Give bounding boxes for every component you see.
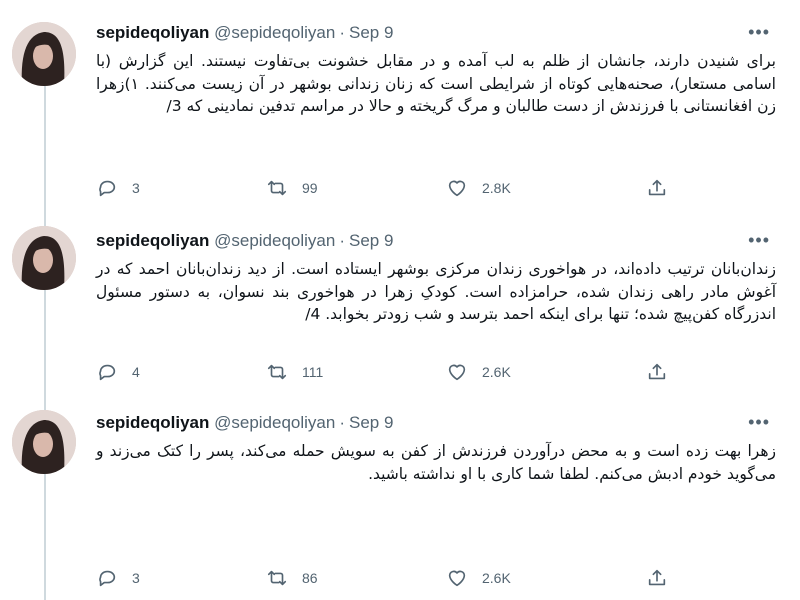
- separator: ·: [339, 231, 346, 250]
- more-dots-icon[interactable]: •••: [748, 412, 770, 432]
- user-handle[interactable]: @sepideqoliyan: [214, 413, 335, 432]
- share-button[interactable]: [646, 176, 668, 200]
- avatar[interactable]: [12, 410, 76, 474]
- share-button[interactable]: [646, 566, 668, 590]
- share-icon: [648, 363, 666, 380]
- tweet-text: برای شنیدن دارند، جانشان از ظلم به لب آم…: [96, 52, 776, 115]
- tweet-actions: 3 86 2.6K: [96, 566, 676, 590]
- avatar[interactable]: [12, 226, 76, 290]
- reply-button[interactable]: 3: [96, 566, 140, 590]
- retweet-button[interactable]: 111: [266, 360, 323, 384]
- retweet-icon: [267, 570, 287, 586]
- like-icon: [448, 364, 466, 381]
- reply-button[interactable]: 3: [96, 176, 140, 200]
- reply-icon: [99, 180, 116, 197]
- user-handle[interactable]: @sepideqoliyan: [214, 23, 335, 42]
- retweet-count: 86: [302, 570, 318, 586]
- retweet-icon: [267, 180, 287, 196]
- display-name[interactable]: sepideqoliyan: [96, 231, 209, 250]
- more-dots-icon[interactable]: •••: [748, 22, 770, 42]
- reply-icon: [99, 570, 116, 587]
- tweet-actions: 3 99 2.8K: [96, 176, 676, 200]
- like-icon: [448, 180, 466, 197]
- retweet-count: 111: [302, 364, 324, 380]
- reply-count: 4: [132, 364, 140, 380]
- display-name[interactable]: sepideqoliyan: [96, 413, 209, 432]
- tweet-date[interactable]: Sep 9: [349, 231, 393, 250]
- reply-icon: [99, 364, 116, 381]
- share-icon: [648, 569, 666, 586]
- tweet-header: sepideqoliyan @sepideqoliyan · Sep 9: [96, 22, 393, 44]
- share-icon: [648, 179, 666, 196]
- tweet-header: sepideqoliyan @sepideqoliyan · Sep 9: [96, 412, 393, 434]
- like-count: 2.8K: [482, 180, 511, 196]
- tweet-text: زهرا بهت زده است و به محض درآوردن فرزندش…: [96, 442, 776, 483]
- tweet-text: زندان‌بانان ترتیب داده‌اند، در هواخوری ز…: [96, 260, 776, 323]
- like-button[interactable]: 2.8K: [446, 176, 511, 200]
- retweet-button[interactable]: 86: [266, 566, 318, 590]
- tweet-actions: 4 111 2.6K: [96, 360, 676, 384]
- reply-count: 3: [132, 570, 140, 586]
- retweet-button[interactable]: 99: [266, 176, 318, 200]
- tweet-date[interactable]: Sep 9: [349, 413, 393, 432]
- like-count: 2.6K: [482, 570, 511, 586]
- tweet-date[interactable]: Sep 9: [349, 23, 393, 42]
- more-dots-icon[interactable]: •••: [748, 230, 770, 250]
- separator: ·: [339, 413, 346, 432]
- separator: ·: [339, 23, 346, 42]
- reply-count: 3: [132, 180, 140, 196]
- like-count: 2.6K: [482, 364, 511, 380]
- like-icon: [448, 570, 466, 587]
- like-button[interactable]: 2.6K: [446, 360, 511, 384]
- retweet-icon: [267, 364, 287, 380]
- thread-line: [44, 78, 46, 600]
- avatar[interactable]: [12, 22, 76, 86]
- user-handle[interactable]: @sepideqoliyan: [214, 231, 335, 250]
- like-button[interactable]: 2.6K: [446, 566, 511, 590]
- reply-button[interactable]: 4: [96, 360, 140, 384]
- tweet-header: sepideqoliyan @sepideqoliyan · Sep 9: [96, 230, 393, 252]
- display-name[interactable]: sepideqoliyan: [96, 23, 209, 42]
- share-button[interactable]: [646, 360, 668, 384]
- retweet-count: 99: [302, 180, 318, 196]
